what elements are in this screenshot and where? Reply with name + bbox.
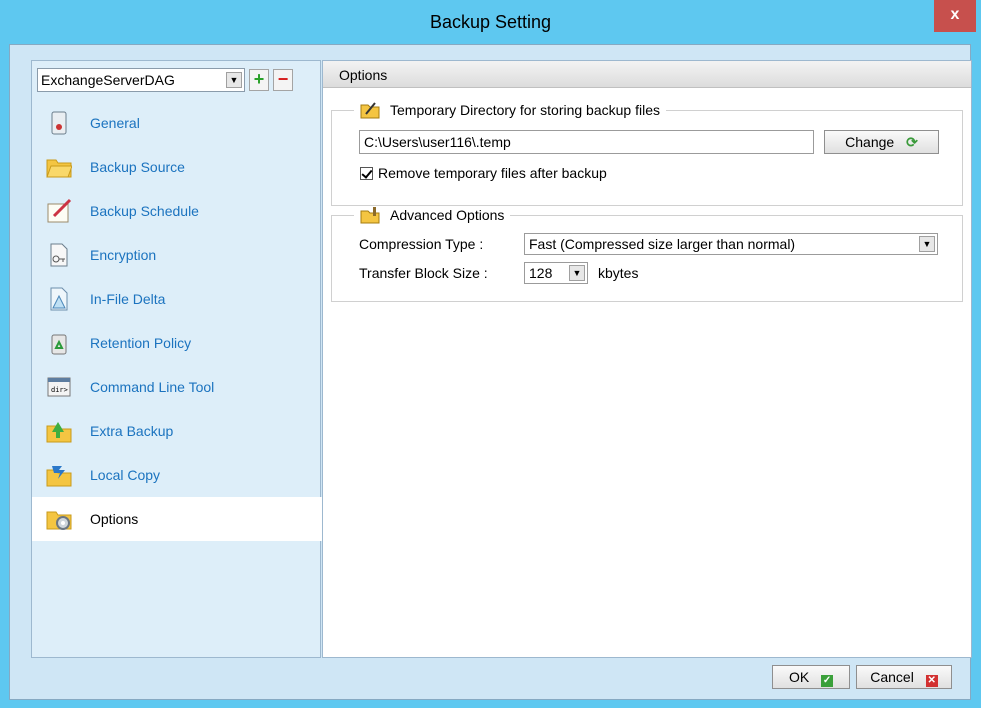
transfer-block-size-value: 128 xyxy=(529,265,553,281)
block-size-unit: kbytes xyxy=(598,265,639,281)
compression-type-select[interactable]: Fast (Compressed size larger than normal… xyxy=(524,233,938,255)
ok-button[interactable]: OK ✓ xyxy=(772,665,850,689)
sidebar-item-label: Options xyxy=(90,511,139,527)
advanced-options-group: Advanced Options Compression Type : Fast… xyxy=(331,206,963,302)
close-button[interactable]: x xyxy=(934,0,976,32)
remove-backup-set-button[interactable]: − xyxy=(273,69,293,91)
encryption-icon xyxy=(46,242,72,268)
transfer-block-size-select[interactable]: 128 ▼ xyxy=(524,262,588,284)
sidebar-item-backup-schedule[interactable]: Backup Schedule xyxy=(32,189,320,233)
add-backup-set-button[interactable]: + xyxy=(249,69,269,91)
transfer-block-size-label: Transfer Block Size : xyxy=(359,265,488,281)
dialog-body: ExchangeServerDAG ▼ + − General Backup S… xyxy=(9,44,972,700)
general-icon xyxy=(46,110,72,136)
folder-settings-icon xyxy=(360,207,380,224)
remove-temp-files-label: Remove temporary files after backup xyxy=(378,165,607,181)
sidebar-item-label: General xyxy=(90,115,140,131)
temp-directory-legend: Temporary Directory for storing backup f… xyxy=(354,101,666,119)
refresh-icon: ⟳ xyxy=(906,134,918,150)
checkbox-check[interactable] xyxy=(360,166,373,180)
sidebar-item-local-copy[interactable]: Local Copy xyxy=(32,453,320,497)
temp-directory-title: Temporary Directory for storing backup f… xyxy=(390,102,660,118)
sidebar-item-extra-backup[interactable]: Extra Backup xyxy=(32,409,320,453)
chevron-down-icon[interactable]: ▼ xyxy=(569,265,585,281)
panel-header: Options xyxy=(323,61,971,88)
sidebar-item-general[interactable]: General xyxy=(32,101,320,145)
sidebar-item-label: Local Copy xyxy=(90,467,161,483)
sidebar-item-label: Extra Backup xyxy=(90,423,174,439)
sidebar-nav: General Backup Source Backup Schedule En… xyxy=(32,101,322,541)
sidebar-item-command-line-tool[interactable]: dir> Command Line Tool xyxy=(32,365,320,409)
cancel-button-label: Cancel xyxy=(870,669,914,685)
window-title: Backup Setting xyxy=(429,12,552,32)
cancel-button[interactable]: Cancel ✕ xyxy=(856,665,952,689)
sidebar: ExchangeServerDAG ▼ + − General Backup S… xyxy=(31,60,322,658)
sidebar-item-options[interactable]: Options xyxy=(32,497,322,541)
sidebar-item-backup-source[interactable]: Backup Source xyxy=(32,145,320,189)
change-button[interactable]: Change ⟳ xyxy=(824,130,939,154)
backup-set-select[interactable]: ExchangeServerDAG ▼ xyxy=(37,68,245,92)
sidebar-item-in-file-delta[interactable]: In-File Delta xyxy=(32,277,320,321)
advanced-options-legend: Advanced Options xyxy=(354,206,511,224)
backup-set-value: ExchangeServerDAG xyxy=(41,72,175,88)
folder-icon xyxy=(46,154,73,180)
sidebar-item-label: Command Line Tool xyxy=(90,379,215,395)
sidebar-item-label: Retention Policy xyxy=(90,335,192,351)
options-icon xyxy=(46,506,72,532)
sidebar-item-label: Encryption xyxy=(90,247,157,263)
compression-type-value: Fast (Compressed size larger than normal… xyxy=(529,236,796,252)
chevron-down-icon[interactable]: ▼ xyxy=(919,236,935,252)
temp-directory-group: Temporary Directory for storing backup f… xyxy=(331,101,963,206)
temp-directory-input[interactable]: C:\Users\user116\.temp xyxy=(359,130,814,154)
local-copy-icon xyxy=(46,462,72,488)
svg-text:dir>: dir> xyxy=(51,386,68,394)
change-button-label: Change xyxy=(845,134,895,150)
options-panel: Options Temporary Directory for storing … xyxy=(322,60,972,658)
chevron-down-icon[interactable]: ▼ xyxy=(226,72,242,88)
profile-row: ExchangeServerDAG ▼ + − xyxy=(37,68,311,94)
delta-icon xyxy=(46,286,72,312)
check-icon: ✓ xyxy=(821,675,834,687)
advanced-options-title: Advanced Options xyxy=(390,207,505,223)
terminal-icon: dir> xyxy=(46,374,72,400)
sidebar-item-label: In-File Delta xyxy=(90,291,166,307)
title-bar: Backup Setting x xyxy=(0,0,981,44)
remove-temp-files-checkbox[interactable]: Remove temporary files after backup xyxy=(360,165,607,181)
sidebar-item-retention-policy[interactable]: Retention Policy xyxy=(32,321,320,365)
ok-button-label: OK xyxy=(788,669,810,685)
folder-edit-icon xyxy=(360,102,380,119)
sidebar-item-label: Backup Schedule xyxy=(90,203,199,219)
close-icon: ✕ xyxy=(925,675,938,687)
sidebar-item-encryption[interactable]: Encryption xyxy=(32,233,320,277)
sidebar-item-label: Backup Source xyxy=(90,159,185,175)
compression-type-label: Compression Type : xyxy=(359,236,484,252)
recycle-bin-icon xyxy=(46,330,72,356)
panel-title: Options xyxy=(339,67,388,83)
extra-backup-icon xyxy=(46,418,72,444)
schedule-icon xyxy=(46,198,72,224)
